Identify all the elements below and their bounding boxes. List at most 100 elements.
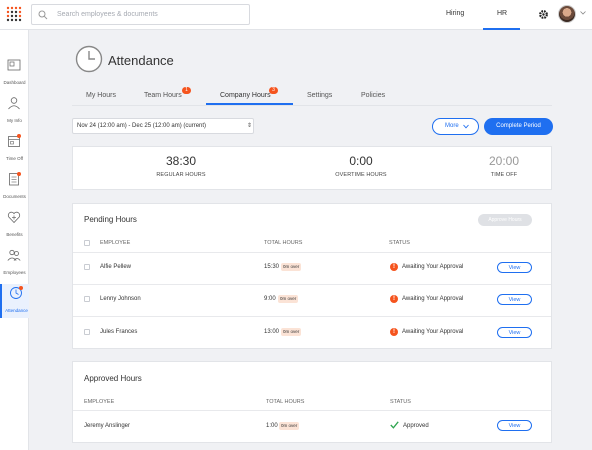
person-icon xyxy=(8,97,20,110)
top-bar: Search employees & documents Hiring HR xyxy=(0,0,592,30)
tab-bar: My Hours Team Hours 1 Company Hours 3 Sett… xyxy=(72,84,552,106)
notification-dot xyxy=(19,286,23,290)
column-header-employee: EMPLOYEE xyxy=(84,399,115,405)
view-button[interactable]: View xyxy=(497,327,532,338)
sidebar-item-attendance[interactable]: Attendance xyxy=(0,284,29,318)
row-checkbox[interactable] xyxy=(84,296,90,302)
pending-hours-card: Pending Hours Approve Hours EMPLOYEE TOT… xyxy=(72,203,552,349)
nav-hr[interactable]: HR xyxy=(483,0,520,30)
status-text: Awaiting Your Approval xyxy=(402,296,464,302)
total-hours: 9:00 xyxy=(264,296,276,302)
employee-name[interactable]: Jeremy Anslinger xyxy=(84,423,130,429)
sidebar-item-label: Dashboard xyxy=(3,80,26,85)
regular-hours-stat: 38:30 REGULAR HOURS xyxy=(121,154,241,178)
avatar[interactable] xyxy=(558,5,576,23)
notification-dot xyxy=(17,134,21,138)
sidebar-item-dashboard[interactable]: Dashboard xyxy=(0,56,29,90)
overtime-badge: 0m over xyxy=(281,328,302,336)
overtime-badge: 0m over xyxy=(279,422,300,430)
regular-hours-value: 38:30 xyxy=(165,154,197,168)
divider xyxy=(73,316,551,317)
select-arrows-icon: ⇕ xyxy=(247,123,253,129)
employee-name[interactable]: Jules Frances xyxy=(100,329,137,335)
total-hours: 1:00 xyxy=(266,423,278,429)
more-label: More xyxy=(445,123,459,129)
sidebar: Dashboard My Info Time Off Documents Ben… xyxy=(0,30,29,450)
page-title: Attendance xyxy=(108,53,174,68)
search-box[interactable]: Search employees & documents xyxy=(31,4,250,25)
sidebar-item-label: Documents xyxy=(3,194,26,199)
status-text: Awaiting Your Approval xyxy=(402,264,464,270)
regular-hours-label: REGULAR HOURS xyxy=(156,172,206,178)
status-text: Approved xyxy=(403,423,429,429)
sidebar-item-label: Benefits xyxy=(6,232,23,237)
view-button[interactable]: View xyxy=(497,294,532,305)
column-header-total-hours: TOTAL HOURS xyxy=(266,399,305,405)
time-off-value: 20:00 xyxy=(488,154,520,168)
gear-icon[interactable] xyxy=(538,9,549,20)
alert-icon: ! xyxy=(390,328,398,336)
time-off-stat: 20:00 TIME OFF xyxy=(444,154,564,178)
view-button[interactable]: View xyxy=(497,262,532,273)
tab-label: Policies xyxy=(361,92,386,99)
select-all-checkbox[interactable] xyxy=(84,240,90,246)
attendance-clock-icon xyxy=(75,45,103,73)
column-header-status: STATUS xyxy=(390,399,411,405)
status-text: Awaiting Your Approval xyxy=(402,329,464,335)
row-checkbox[interactable] xyxy=(84,329,90,335)
sidebar-item-benefits[interactable]: Benefits xyxy=(0,208,29,242)
tab-policies[interactable]: Policies xyxy=(361,92,385,99)
period-value: Nov 24 (12:00 am) - Dec 25 (12:00 am) (c… xyxy=(77,123,207,129)
sidebar-item-my-info[interactable]: My Info xyxy=(0,94,29,128)
employee-name[interactable]: Alfie Pellew xyxy=(100,264,131,270)
tab-label: Team Hours xyxy=(144,92,182,99)
approve-hours-button[interactable]: Approve Hours xyxy=(478,214,532,226)
sidebar-item-label: My Info xyxy=(7,118,22,123)
view-button[interactable]: View xyxy=(497,420,532,431)
tab-team-hours[interactable]: Team Hours 1 xyxy=(144,87,191,99)
overtime-hours-label: OVERTIME HOURS xyxy=(335,172,387,178)
tab-label: My Hours xyxy=(86,92,116,99)
alert-icon: ! xyxy=(390,295,398,303)
tab-badge: 1 xyxy=(182,87,191,94)
tab-badge: 3 xyxy=(269,87,278,94)
sidebar-item-label: Time Off xyxy=(5,156,23,161)
checkmark-icon xyxy=(390,421,399,429)
column-header-status: STATUS xyxy=(389,240,410,246)
sidebar-item-documents[interactable]: Documents xyxy=(0,170,29,204)
overtime-badge: 0m over xyxy=(278,295,299,303)
approved-hours-title: Approved Hours xyxy=(84,374,142,383)
sidebar-item-label: Employees xyxy=(3,270,26,275)
tab-label: Settings xyxy=(307,92,333,99)
tab-settings[interactable]: Settings xyxy=(307,92,332,99)
period-select[interactable]: Nov 24 (12:00 am) - Dec 25 (12:00 am) (c… xyxy=(72,118,254,134)
chevron-down-icon[interactable] xyxy=(580,11,586,15)
complete-period-button[interactable]: Complete Period xyxy=(484,118,553,135)
dashboard-icon xyxy=(7,59,21,71)
divider xyxy=(73,252,551,253)
more-button[interactable]: More xyxy=(432,118,479,135)
notification-dot xyxy=(17,172,21,176)
pending-hours-title: Pending Hours xyxy=(84,215,137,224)
overtime-hours-stat: 0:00 OVERTIME HOURS xyxy=(301,154,421,178)
sidebar-item-employees[interactable]: Employees xyxy=(0,246,29,280)
total-hours: 15:30 xyxy=(264,264,280,270)
nav-hiring[interactable]: Hiring xyxy=(446,10,464,17)
employee-name[interactable]: Lenny Johnson xyxy=(100,296,141,302)
sidebar-item-time-off[interactable]: Time Off xyxy=(0,132,29,166)
hours-summary-card: 38:30 REGULAR HOURS 0:00 OVERTIME HOURS … xyxy=(72,146,552,190)
search-icon xyxy=(38,10,48,20)
alert-icon: ! xyxy=(390,263,398,271)
row-checkbox[interactable] xyxy=(84,264,90,270)
divider xyxy=(73,284,551,285)
logo-icon[interactable] xyxy=(5,5,23,25)
search-input[interactable]: Search employees & documents xyxy=(57,11,158,18)
people-icon xyxy=(7,249,21,261)
tab-my-hours[interactable]: My Hours xyxy=(86,92,116,99)
active-tab-indicator xyxy=(206,103,293,105)
tab-company-hours[interactable]: Company Hours 3 xyxy=(220,87,278,99)
chevron-down-icon xyxy=(463,124,469,129)
column-header-employee: EMPLOYEE xyxy=(100,240,131,246)
overtime-badge: 0m over xyxy=(281,263,302,271)
overtime-hours-value: 0:00 xyxy=(349,154,373,168)
